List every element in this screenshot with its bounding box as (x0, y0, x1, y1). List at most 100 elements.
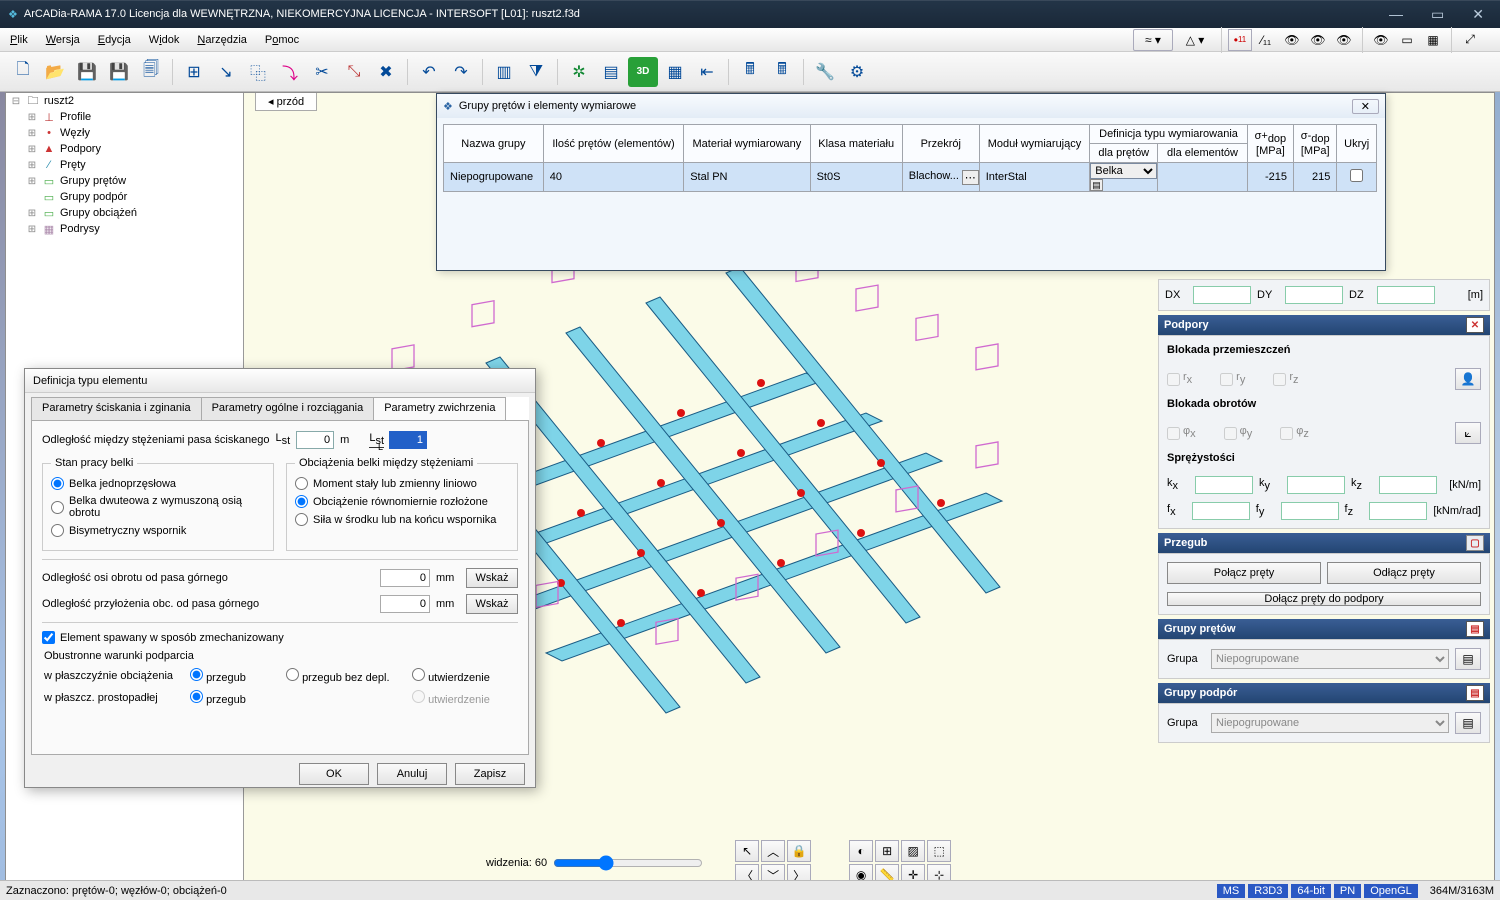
save-all-icon[interactable]: 💾 (104, 57, 134, 87)
lst-input[interactable] (296, 431, 334, 449)
matrix-icon[interactable]: ▦ (660, 57, 690, 87)
cancel-button[interactable]: Anuluj (377, 763, 447, 785)
groups-elements-window[interactable]: ❖ Grupy prętów i elementy wymiarowe ✕ Na… (436, 93, 1386, 271)
dist-axis-input[interactable] (380, 569, 430, 587)
phiy-checkbox[interactable] (1224, 427, 1237, 440)
tree-wezly[interactable]: Węzły (60, 127, 90, 139)
dialog-tab-compression[interactable]: Parametry ściskania i zginania (31, 397, 202, 420)
export-icon[interactable]: 🗐 (136, 57, 166, 87)
groups-table[interactable]: Nazwa grupy Ilość prętów (elementów) Mat… (443, 124, 1377, 192)
align-icon[interactable]: ⇤ (692, 57, 722, 87)
kz-input[interactable] (1379, 476, 1437, 494)
view-tab[interactable]: ◂ przód (255, 93, 317, 111)
groups-table-row[interactable]: Niepogrupowane 40 Stal PN St0S Blachow..… (444, 163, 1377, 192)
tree-root[interactable]: ruszt2 (44, 95, 74, 107)
eye-icon-4[interactable]: 👁 (1369, 29, 1393, 51)
tree-podpory[interactable]: Podpory (60, 143, 101, 155)
frame-tool-icon[interactable]: ⊞ (179, 57, 209, 87)
wskaz1-button[interactable]: Wskaż (466, 568, 518, 588)
przegub-box-icon[interactable]: ▢ (1466, 535, 1484, 551)
phiz-checkbox[interactable] (1280, 427, 1293, 440)
copy-icon[interactable]: ⿻ (243, 57, 273, 87)
beam-ibeam-radio[interactable] (51, 501, 64, 514)
save-icon[interactable]: 💾 (72, 57, 102, 87)
view-angle-slider[interactable] (553, 855, 703, 871)
undo-icon[interactable]: ↶ (414, 57, 444, 87)
tree-podrysy[interactable]: Podrysy (60, 223, 100, 235)
toggle-a-icon[interactable]: ≈ ▾ (1133, 29, 1173, 51)
beam-cantilever-radio[interactable] (51, 524, 64, 537)
minimize-icon[interactable]: — (1381, 6, 1411, 23)
cube-icon[interactable]: ⬚ (927, 840, 951, 862)
fx-input[interactable] (1192, 502, 1250, 520)
grupa-podpor-select[interactable]: Niepogrupowane (1211, 713, 1449, 733)
ghost-icon[interactable]: ▨ (901, 840, 925, 862)
load-force-radio[interactable] (295, 513, 308, 526)
menu-widok[interactable]: Widok (149, 34, 180, 46)
phix-checkbox[interactable] (1167, 427, 1180, 440)
ky-input[interactable] (1287, 476, 1345, 494)
triangle-icon[interactable]: △ ▾ (1175, 29, 1215, 51)
plane-load-fixed-radio[interactable] (412, 668, 425, 681)
rx-checkbox[interactable] (1167, 373, 1180, 386)
disconnect-rods-button[interactable]: Odłącz pręty (1327, 562, 1481, 584)
ok-button[interactable]: OK (299, 763, 369, 785)
expand-icon[interactable]: ⤢ (1458, 29, 1482, 51)
tree-prety[interactable]: Pręty (60, 159, 86, 171)
load-uniform-radio[interactable] (295, 495, 308, 508)
sheet-icon[interactable]: ▤ (596, 57, 626, 87)
dx-input[interactable] (1193, 286, 1251, 304)
axis-icon[interactable]: ⤡ (339, 57, 369, 87)
plane-perp-hinge-radio[interactable] (190, 690, 203, 703)
filter-icon[interactable]: ⧩ (521, 57, 551, 87)
gpd-list-button-icon[interactable]: ▤ (1455, 712, 1481, 734)
tree-gpd[interactable]: Grupy podpór (60, 191, 127, 203)
tree-profile[interactable]: Profile (60, 111, 91, 123)
plane-load-hinge-radio[interactable] (190, 668, 203, 681)
groups-window-titlebar[interactable]: ❖ Grupy prętów i elementy wymiarowe ✕ (437, 94, 1385, 118)
attach-to-support-button[interactable]: Dołącz pręty do podpory (1167, 592, 1481, 606)
grupa-pretow-select[interactable]: Niepogrupowane (1211, 649, 1449, 669)
wskaz2-button[interactable]: Wskaż (466, 594, 518, 614)
dialog-tab-general[interactable]: Parametry ogólne i rozciągania (201, 397, 375, 420)
tree-gob[interactable]: Grupy obciążeń (60, 207, 137, 219)
welded-element-checkbox[interactable] (42, 631, 55, 644)
support-person-icon[interactable]: 👤 (1455, 368, 1481, 390)
fz-input[interactable] (1369, 502, 1427, 520)
rect-icon[interactable]: ▭ (1395, 29, 1419, 51)
close-groups-window-icon[interactable]: ✕ (1352, 99, 1379, 114)
menu-plik[interactable]: Plik (10, 34, 28, 46)
3d-icon[interactable]: 3D (628, 57, 658, 87)
open-file-icon[interactable]: 📂 (40, 57, 70, 87)
lock-icon[interactable]: 🔒 (787, 840, 811, 862)
dy-input[interactable] (1285, 286, 1343, 304)
new-file-icon[interactable]: 🗋 (8, 57, 38, 87)
maximize-icon[interactable]: ▭ (1423, 6, 1452, 23)
kx-input[interactable] (1195, 476, 1253, 494)
dialog-titlebar[interactable]: Definicja typu elementu (25, 369, 535, 393)
menu-edycja[interactable]: Edycja (98, 34, 131, 46)
red-dot-icon[interactable]: •11 (1228, 29, 1252, 51)
hide-group-checkbox[interactable] (1350, 169, 1363, 182)
wrench-icon[interactable]: 🔧 (810, 57, 840, 87)
load-icon[interactable]: ⤵ (275, 57, 305, 87)
dist-load-input[interactable] (380, 595, 430, 613)
def-rods-select[interactable]: Belka (1090, 163, 1157, 179)
pan-up-icon[interactable]: ︿ (761, 840, 785, 862)
slash-11-icon[interactable]: ⁄₁₁ (1254, 29, 1278, 51)
eye-icon-1[interactable]: 👁 (1280, 29, 1304, 51)
tree-gpr[interactable]: Grupy prętów (60, 175, 126, 187)
ry-checkbox[interactable] (1220, 373, 1233, 386)
table-icon[interactable]: ▥ (489, 57, 519, 87)
menu-pomoc[interactable]: Pomoc (265, 34, 299, 46)
node-tool-icon[interactable]: ↘ (211, 57, 241, 87)
lstL-input[interactable] (389, 431, 427, 449)
menu-narzedzia[interactable]: Narzędzia (197, 34, 247, 46)
fy-input[interactable] (1281, 502, 1339, 520)
dialog-tab-buckling[interactable]: Parametry zwichrzenia (373, 397, 506, 420)
calc2-icon[interactable]: 🖩 (767, 57, 797, 87)
beam-single-radio[interactable] (51, 477, 64, 490)
pan-nw-icon[interactable]: ↖ (735, 840, 759, 862)
support-angle-icon[interactable]: ⟀ (1455, 422, 1481, 444)
connect-rods-button[interactable]: Połącz pręty (1167, 562, 1321, 584)
